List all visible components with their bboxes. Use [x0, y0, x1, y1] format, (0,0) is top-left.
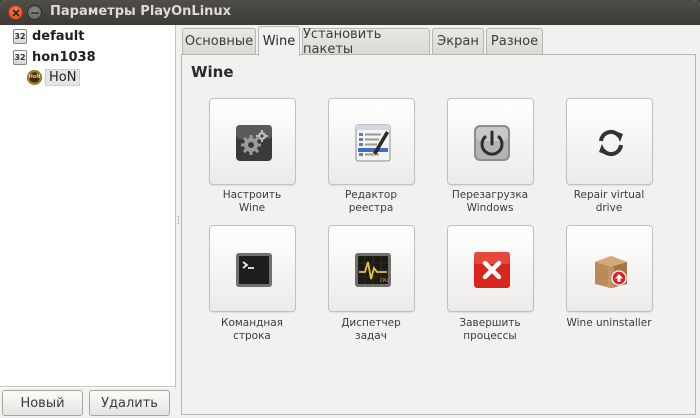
- configure-gear-icon: [236, 125, 272, 161]
- power-icon: [474, 125, 510, 161]
- new-prefix-button[interactable]: Новый: [2, 390, 83, 416]
- tree-item-default[interactable]: 32 default: [13, 27, 84, 45]
- panel-title: Wine: [191, 63, 234, 81]
- tab-display[interactable]: Экран: [432, 28, 484, 54]
- tree-item-hon1038[interactable]: 32 hon1038: [13, 48, 96, 66]
- repair-virtual-drive-button[interactable]: [566, 98, 653, 185]
- kill-processes-button[interactable]: [447, 225, 534, 312]
- task-manager-button[interactable]: CPU: [328, 225, 415, 312]
- sidebar-actions: Новый Удалить: [0, 388, 180, 418]
- task-manager-icon: CPU: [355, 253, 391, 287]
- kill-processes-label: Завершить процессы: [459, 317, 521, 342]
- svg-text:CPU: CPU: [380, 278, 388, 283]
- tree-item-label: default: [32, 28, 85, 44]
- delete-prefix-button[interactable]: Удалить: [89, 390, 170, 416]
- tab-misc[interactable]: Разное: [486, 28, 543, 54]
- configure-wine-label: Настроить Wine: [222, 189, 282, 214]
- settings-window: Параметры PlayOnLinux 32 default 32 hon1…: [0, 0, 700, 418]
- configure-wine-button[interactable]: [209, 98, 296, 185]
- close-window-button[interactable]: [8, 5, 23, 20]
- registry-editor-icon: [355, 124, 391, 162]
- repair-refresh-icon: [599, 129, 623, 157]
- kill-processes-icon: [474, 252, 510, 288]
- tab-bar: Основные Wine Установить пакеты Экран Ра…: [180, 25, 700, 57]
- task-manager-label: Диспетчер задач: [341, 317, 401, 342]
- uninstaller-box-icon: [595, 256, 627, 288]
- window-title: Параметры PlayOnLinux: [50, 4, 232, 19]
- prefix-tree: 32 default 32 hon1038 HoN HoN: [0, 25, 176, 388]
- repair-virtual-drive-label: Repair virtual drive: [573, 189, 645, 214]
- tab-wine[interactable]: Wine: [258, 26, 300, 56]
- wine-uninstaller-button[interactable]: [566, 225, 653, 312]
- wine-tab-panel: Wine Настроить Wine Редактор реестра Пер…: [181, 54, 696, 415]
- 32bit-badge-icon: 32: [13, 49, 27, 65]
- tree-item-label: HoN: [45, 68, 81, 86]
- registry-editor-button[interactable]: [328, 98, 415, 185]
- command-line-label: Командная строка: [221, 317, 283, 342]
- tab-general[interactable]: Основные: [182, 28, 256, 54]
- tree-item-label: hon1038: [32, 49, 96, 65]
- 32bit-badge-icon: 32: [13, 28, 27, 44]
- command-line-button[interactable]: [209, 225, 296, 312]
- terminal-icon: [236, 253, 272, 287]
- title-bar: Параметры PlayOnLinux: [0, 0, 700, 25]
- minimize-window-button[interactable]: [27, 5, 42, 20]
- minimize-icon: [31, 12, 39, 14]
- tree-item-hon[interactable]: HoN HoN: [27, 68, 81, 86]
- tab-install-packages[interactable]: Установить пакеты: [302, 27, 430, 57]
- registry-editor-label: Редактор реестра: [344, 189, 398, 214]
- hon-game-icon: HoN: [27, 69, 42, 85]
- close-icon: [12, 9, 20, 17]
- reboot-windows-label: Перезагрузка Windows: [451, 189, 529, 214]
- reboot-windows-button[interactable]: [447, 98, 534, 185]
- wine-uninstaller-label: Wine uninstaller: [566, 317, 652, 329]
